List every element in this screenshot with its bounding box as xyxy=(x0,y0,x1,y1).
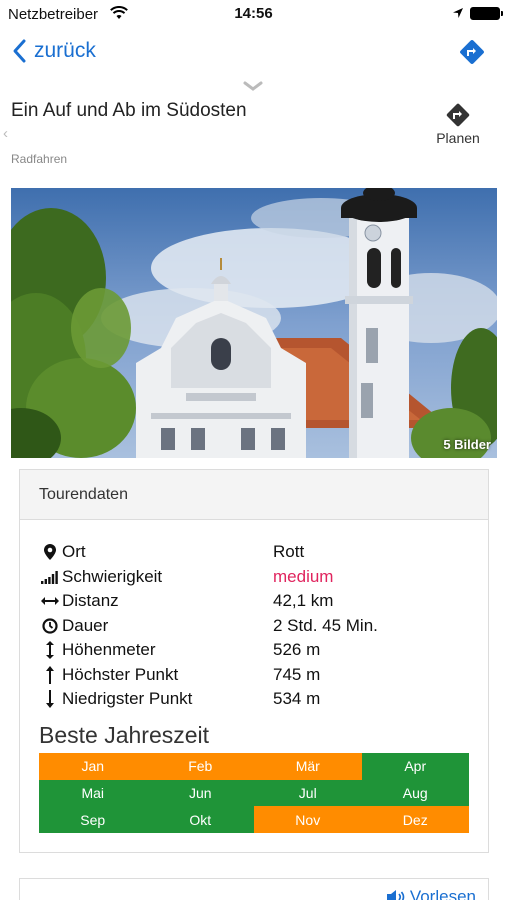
clock-time: 14:56 xyxy=(234,5,273,22)
data-value: 745 m xyxy=(273,664,321,684)
signal-bars-icon xyxy=(39,567,61,587)
chevron-left-icon xyxy=(13,39,26,63)
navigation-bar: zurück xyxy=(0,28,507,78)
data-row-difficulty: Schwierigkeit medium xyxy=(39,565,469,590)
month-cell: Mai xyxy=(39,779,147,807)
battery-icon xyxy=(470,7,503,20)
chevron-down-icon[interactable] xyxy=(243,80,263,92)
data-row-distance: Distanz 42,1 km xyxy=(39,589,469,614)
data-label: Distanz xyxy=(62,591,119,611)
readout-button[interactable]: Vorlesen xyxy=(386,887,476,900)
tour-data-list: Ort Rott Schwierigkeit medium Distanz 42… xyxy=(39,540,469,712)
back-label: zurück xyxy=(34,39,96,62)
distance-arrows-icon xyxy=(39,591,61,611)
data-label: Ort xyxy=(62,542,86,562)
data-label: Höchster Punkt xyxy=(62,664,179,684)
chevron-left-icon[interactable]: ‹ xyxy=(3,125,8,142)
image-count: 5 Bilder xyxy=(443,437,491,452)
data-row-elevation: Höhenmeter 526 m xyxy=(39,638,469,663)
data-label: Niedrigster Punkt xyxy=(62,689,193,709)
next-card: Vorlesen xyxy=(19,878,489,900)
tour-data-card: Tourendaten Ort Rott Schwierigkeit mediu… xyxy=(19,469,489,853)
data-value: 42,1 km xyxy=(273,591,334,611)
month-cell: Apr xyxy=(361,753,469,780)
speaker-icon xyxy=(386,890,405,900)
data-row-duration: Dauer 2 Std. 45 Min. xyxy=(39,614,469,639)
arrow-down-icon xyxy=(39,689,61,709)
data-label: Dauer xyxy=(62,615,109,635)
clock-icon xyxy=(39,616,61,636)
plan-button[interactable]: Planen xyxy=(428,102,488,148)
month-cell: Dez xyxy=(361,806,469,833)
data-row-highest: Höchster Punkt 745 m xyxy=(39,663,469,688)
data-value: 534 m xyxy=(273,689,321,709)
month-cell: Jan xyxy=(39,753,147,780)
page-title: Ein Auf und Ab im Südosten xyxy=(11,100,247,121)
church-photo xyxy=(11,188,497,458)
back-button[interactable]: zurück xyxy=(10,36,96,66)
season-grid: Jan Feb Mär Apr Mai Jun Jul Aug Sep Okt Nov Dez xyxy=(39,753,469,833)
month-cell: Aug xyxy=(361,779,469,807)
location-arrow-icon xyxy=(453,8,463,18)
month-cell: Nov xyxy=(254,806,362,833)
month-cell: Jul xyxy=(254,779,362,807)
data-row-lowest: Niedrigster Punkt 534 m xyxy=(39,687,469,712)
data-value: 2 Std. 45 Min. xyxy=(273,615,378,635)
tour-header: Ein Auf und Ab im Südosten ‹ Radfahren P… xyxy=(0,78,507,188)
arrow-up-icon xyxy=(39,665,61,685)
plan-label: Planen xyxy=(436,130,480,146)
month-cell: Sep xyxy=(39,806,147,833)
tour-photo[interactable]: 5 Bilder xyxy=(11,188,497,458)
readout-label: Vorlesen xyxy=(409,887,476,900)
card-heading: Tourendaten xyxy=(20,470,488,520)
month-cell: Jun xyxy=(146,779,254,807)
tour-category: Radfahren xyxy=(11,152,68,166)
month-cell: Okt xyxy=(146,806,254,833)
data-value: Rott xyxy=(273,542,305,562)
directions-icon[interactable] xyxy=(458,38,486,66)
difficulty-value: medium xyxy=(273,566,334,586)
data-value: 526 m xyxy=(273,640,321,660)
season-title: Beste Jahreszeit xyxy=(39,722,210,748)
status-bar: Netzbetreiber 14:56 xyxy=(0,0,507,28)
data-label: Schwierigkeit xyxy=(62,566,163,586)
data-row-location: Ort Rott xyxy=(39,540,469,565)
month-cell: Mär xyxy=(254,753,362,780)
directions-icon xyxy=(446,103,470,127)
month-cell: Feb xyxy=(146,753,254,780)
vertical-arrows-icon xyxy=(39,640,61,660)
data-label: Höhenmeter xyxy=(62,640,156,660)
location-pin-icon xyxy=(39,542,61,562)
